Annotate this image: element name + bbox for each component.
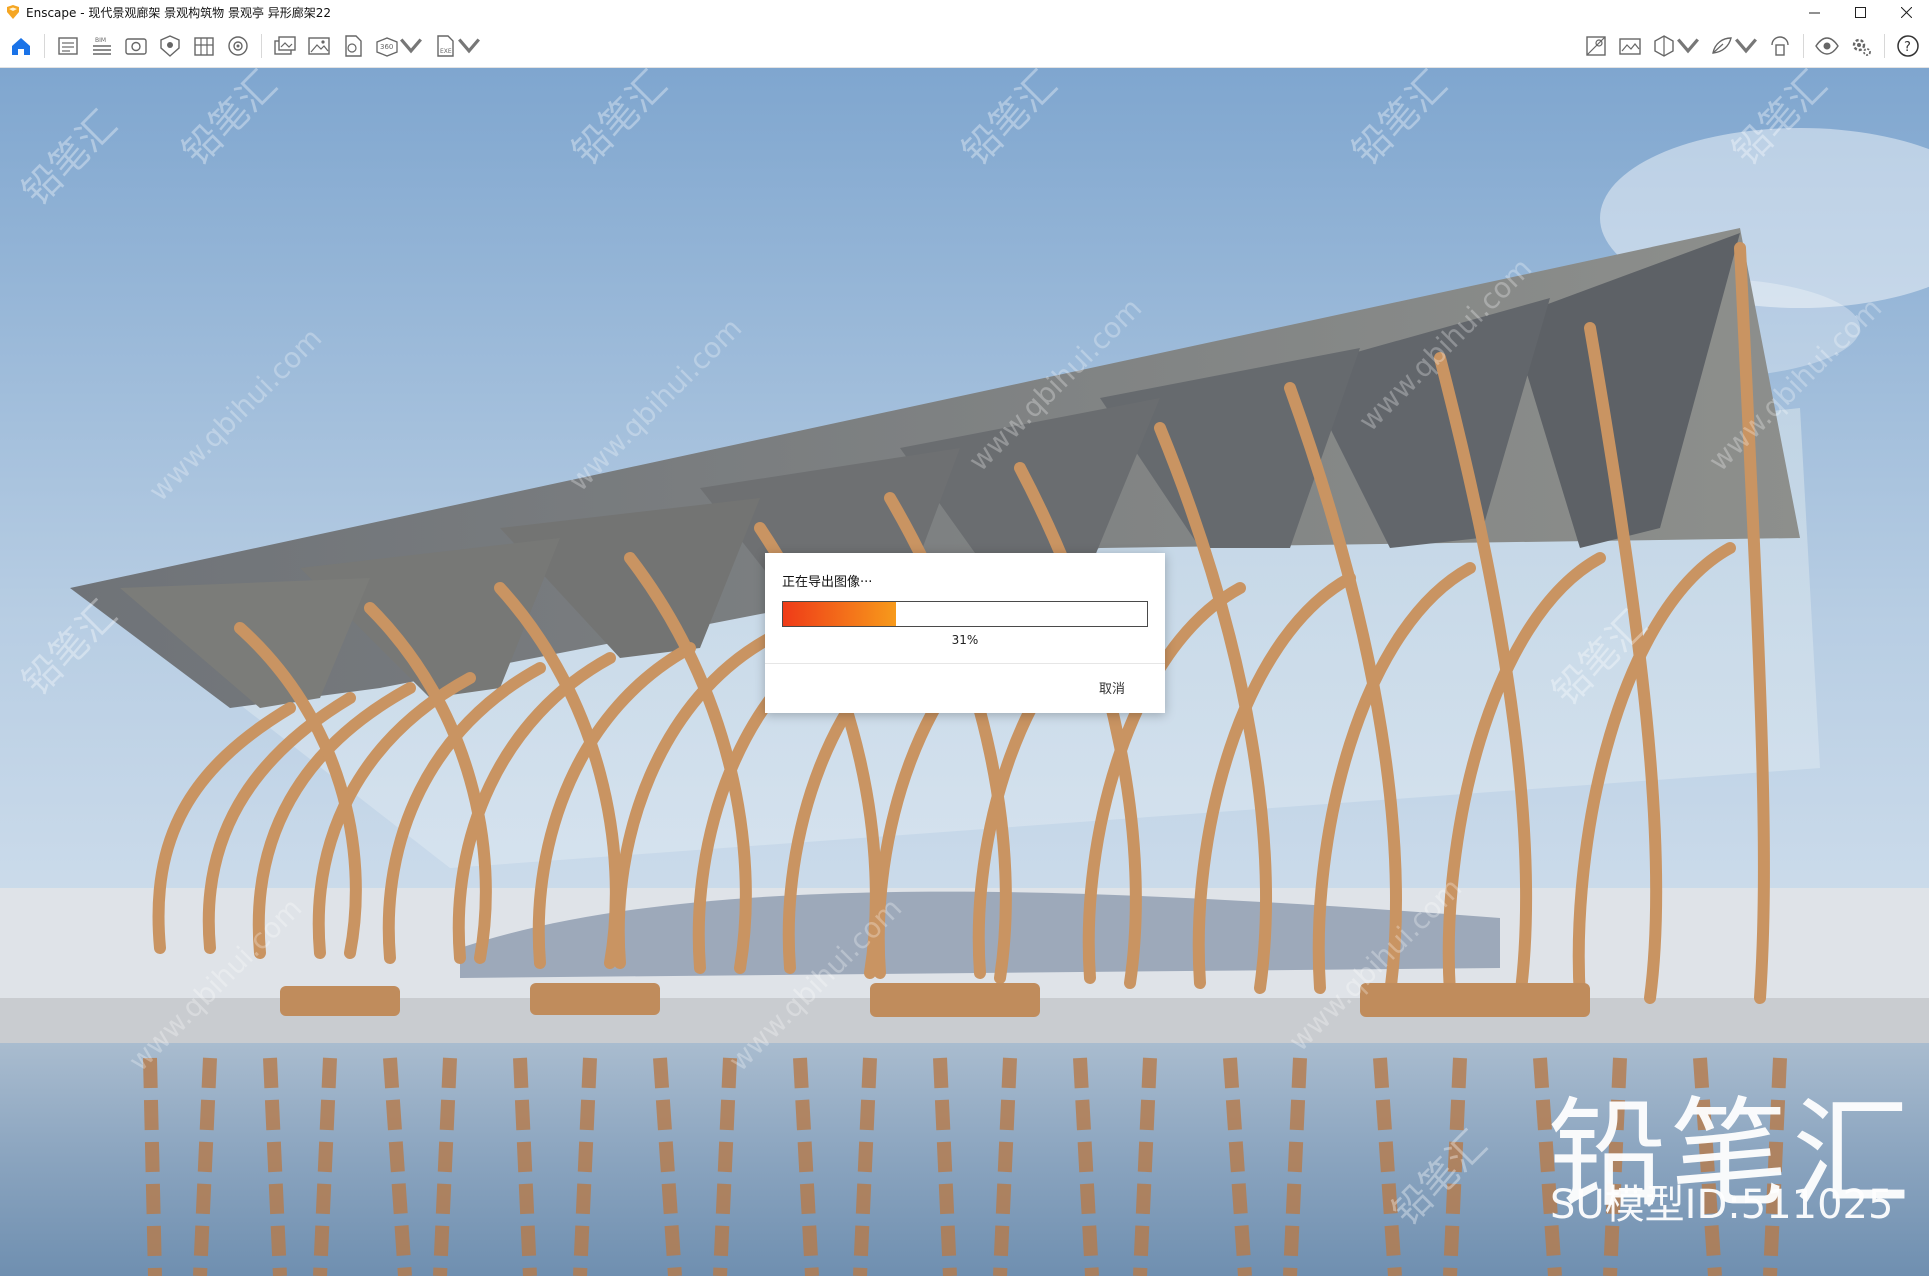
export-image-icon <box>345 35 362 57</box>
feedback-icon <box>1712 37 1732 54</box>
section-view-icon <box>1654 35 1674 57</box>
close-button[interactable] <box>1883 0 1929 24</box>
panorama-button[interactable]: 360 <box>374 30 424 62</box>
cancel-button[interactable]: 取消 <box>1099 678 1125 697</box>
material-editor-button[interactable] <box>191 30 217 62</box>
window-controls <box>1791 0 1929 24</box>
svg-text:?: ? <box>1904 40 1911 55</box>
model-id-watermark: SU模型ID:511025 <box>1550 1182 1894 1228</box>
capture-icon <box>1619 38 1641 55</box>
views-button[interactable] <box>55 30 81 62</box>
render-settings-button[interactable] <box>225 30 251 62</box>
minimize-icon <box>1808 12 1820 13</box>
walk-view-icon <box>125 38 147 55</box>
svg-text:360: 360 <box>380 43 393 51</box>
asset-library-icon <box>160 35 180 57</box>
chevron-down-icon <box>1735 38 1757 54</box>
chevron-down-icon <box>1677 38 1699 54</box>
asset-library-button[interactable] <box>157 30 183 62</box>
panorama-360-icon: 360 <box>376 37 398 57</box>
export-exe-icon: EXE <box>437 35 454 57</box>
maximize-button[interactable] <box>1837 0 1883 24</box>
toolbar-separator <box>44 34 45 58</box>
walk-view-button[interactable] <box>123 30 149 62</box>
live-update-button[interactable] <box>1814 30 1840 62</box>
batch-render-button[interactable] <box>272 30 298 62</box>
screenshot-button[interactable] <box>306 30 332 62</box>
enscape-toolbar: BIM 360 EXE ? <box>0 24 1929 85</box>
dialog-title: 正在导出图像··· <box>782 575 873 590</box>
toolbar-left-group: BIM 360 EXE <box>4 24 486 68</box>
svg-text:EXE: EXE <box>440 48 452 55</box>
home-icon <box>12 38 30 55</box>
progress-fill <box>783 602 896 626</box>
visual-settings-icon <box>1586 36 1606 56</box>
toolbar-separator <box>261 34 262 58</box>
svg-text:BIM: BIM <box>95 37 106 44</box>
material-editor-icon <box>194 37 214 56</box>
title-bar: Enscape - 现代景观廊架 景观构筑物 景观亭 异形廊架22 <box>0 0 1929 24</box>
progress-bar <box>782 601 1148 627</box>
bim-button[interactable]: BIM <box>89 30 115 62</box>
minimize-button[interactable] <box>1791 0 1837 24</box>
home-button[interactable] <box>8 30 34 62</box>
settings-button[interactable] <box>1848 30 1874 62</box>
toolbar-separator <box>1803 34 1804 58</box>
progress-percent: 31% <box>951 633 979 647</box>
export-exe-button[interactable]: EXE <box>432 30 482 62</box>
export-image-button[interactable] <box>340 30 366 62</box>
settings-icon <box>1852 38 1871 56</box>
feedback-button[interactable] <box>1709 30 1759 62</box>
visual-settings-button[interactable] <box>1583 30 1609 62</box>
capture-button[interactable] <box>1617 30 1643 62</box>
help-icon: ? <box>1897 35 1919 57</box>
live-update-icon <box>1815 37 1839 55</box>
toolbar-separator <box>1884 34 1885 58</box>
sync-button[interactable] <box>1767 30 1793 62</box>
section-view-button[interactable] <box>1651 30 1701 62</box>
export-progress-dialog: 正在导出图像··· 31% 取消 <box>765 553 1165 713</box>
window-title: Enscape - 现代景观廊架 景观构筑物 景观亭 异形廊架22 <box>26 5 332 20</box>
batch-render-icon <box>274 36 296 55</box>
screenshot-icon <box>308 37 330 55</box>
chevron-down-icon <box>400 38 422 54</box>
dialog-divider <box>765 663 1165 664</box>
enscape-logo-icon <box>7 5 19 19</box>
help-button[interactable]: ? <box>1895 30 1921 62</box>
bim-icon: BIM <box>93 37 111 55</box>
chevron-down-icon <box>458 38 480 54</box>
toolbar-right-group: ? <box>1579 24 1925 68</box>
close-icon <box>1900 6 1912 18</box>
sync-icon <box>1771 36 1789 56</box>
sketchup-views-icon <box>58 37 78 55</box>
maximize-icon <box>1854 6 1866 18</box>
render-settings-icon <box>228 36 248 56</box>
